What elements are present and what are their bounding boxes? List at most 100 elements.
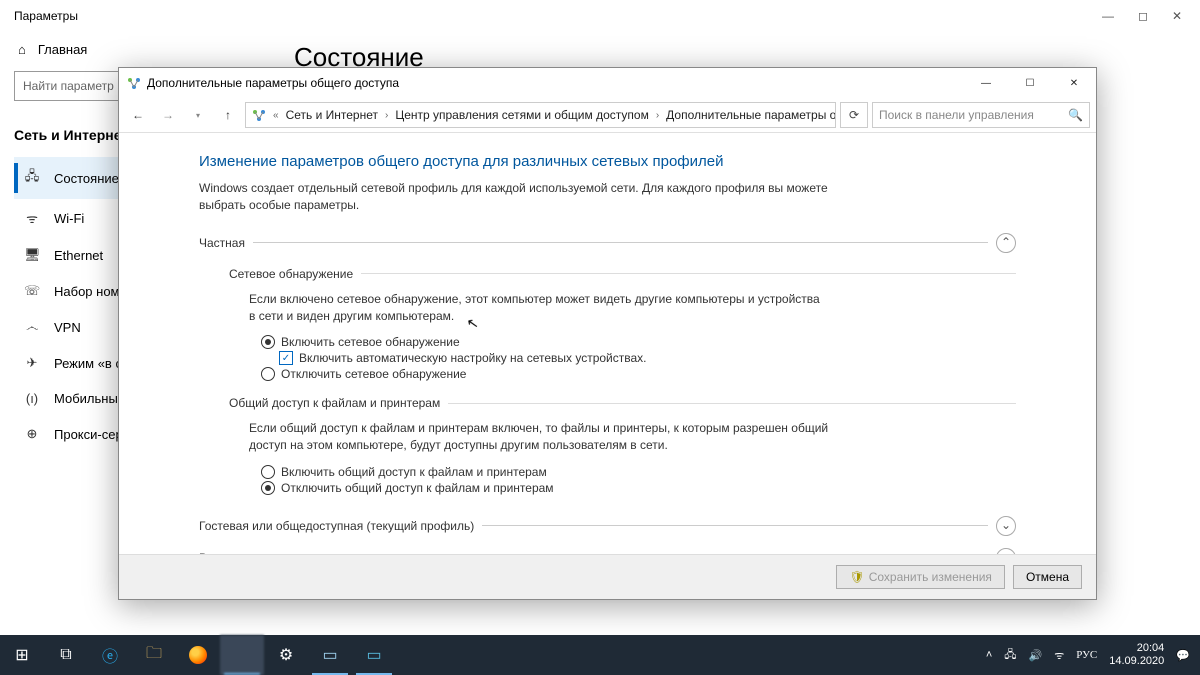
radio-label: Включить сетевое обнаружение [281,335,460,349]
discovery-description: Если включено сетевое обнаружение, этот … [199,285,829,333]
up-button[interactable]: ↑ [215,102,241,128]
app-button[interactable] [220,635,264,675]
explorer-button[interactable]: 🗀 [132,635,176,675]
radio-label: Включить общий доступ к файлам и принтер… [281,465,547,479]
section-label: Частная [199,236,253,250]
section-guest[interactable]: Гостевая или общедоступная (текущий проф… [199,516,1016,536]
tray-notifications-icon[interactable]: 💬 [1176,649,1190,662]
sub-label: Сетевое обнаружение [229,267,361,281]
refresh-button[interactable]: ⟳ [840,102,868,128]
taskview-button[interactable]: ⧉ [44,635,88,675]
close-icon[interactable]: ✕ [1172,9,1182,23]
radio-icon [261,367,275,381]
nav-label: Состояние [54,171,119,186]
search-placeholder: Поиск в панели управления [879,108,1034,122]
search-icon: 🔍 [1068,108,1083,122]
network-icon [252,108,266,122]
hotspot-icon: (ı) [24,391,40,406]
sub-label: Общий доступ к файлам и принтерам [229,396,448,410]
network-icon [127,76,141,90]
tray-volume-icon[interactable]: 🔊 [1029,649,1043,662]
dialog-footer: 🛡 Сохранить изменения Отмена [119,554,1096,599]
vpn-icon: ෴ [24,319,40,335]
tray-language[interactable]: РУС [1076,649,1097,661]
dialog-maximize-button[interactable]: ☐ [1008,68,1052,98]
nav-label: Ethernet [54,248,103,263]
radio-sharing-on[interactable]: Включить общий доступ к файлам и принтер… [261,464,1016,480]
control-panel-search[interactable]: Поиск в панели управления 🔍 [872,102,1090,128]
status-icon: 🖧 [24,167,40,189]
button-label: Сохранить изменения [869,570,992,584]
dialog-titlebar[interactable]: Дополнительные параметры общего доступа … [119,68,1096,98]
tray-network-icon[interactable]: 🖧 [1004,646,1016,665]
forward-button[interactable]: → [155,102,181,128]
clock-time: 20:04 [1109,642,1164,655]
tray-chevron-icon[interactable]: ˄ [986,649,992,661]
shield-icon: 🛡 [849,570,864,585]
ethernet-icon: 🖥 [24,247,40,263]
start-button[interactable]: ⊞ [0,635,44,675]
clock-date: 14.09.2020 [1109,655,1164,668]
dialog-title: Дополнительные параметры общего доступа [147,76,399,90]
divider [361,273,1016,274]
settings-titlebar: Параметры — ◻ ✕ [0,0,1200,32]
section-label: Гостевая или общедоступная (текущий проф… [199,519,482,533]
chevron-icon: « [270,110,282,121]
window-button[interactable]: ▭ [352,635,396,675]
sharing-dialog: Дополнительные параметры общего доступа … [118,67,1097,600]
address-bar[interactable]: « Сеть и Интернет › Центр управления сет… [245,102,836,128]
airplane-icon: ✈ [24,355,40,371]
collapse-icon[interactable]: ⌃ [996,233,1016,253]
nav-label: Wi-Fi [54,211,84,226]
radio-label: Отключить сетевое обнаружение [281,367,466,381]
dialog-close-button[interactable]: ✕ [1052,68,1096,98]
breadcrumb-seg[interactable]: Сеть и Интернет [286,108,378,122]
edge-button[interactable]: ⓔ [88,635,132,675]
search-placeholder: Найти параметр [23,79,114,93]
recent-button[interactable]: ▾ [185,102,211,128]
back-button[interactable]: ← [125,102,151,128]
home-link[interactable]: ⌂ Главная [14,32,254,67]
radio-icon [261,481,275,495]
dialup-icon: ☏ [24,283,40,299]
checkbox-icon: ✓ [279,351,293,365]
home-icon: ⌂ [18,42,26,57]
radio-icon [261,465,275,479]
save-button[interactable]: 🛡 Сохранить изменения [836,565,1004,589]
chevron-icon: › [382,110,391,121]
radio-label: Отключить общий доступ к файлам и принте… [281,481,554,495]
radio-icon [261,335,275,349]
dialog-minimize-button[interactable]: — [964,68,1008,98]
content-intro: Windows создает отдельный сетевой профил… [199,180,839,215]
radio-discovery-on[interactable]: Включить сетевое обнаружение [261,334,1016,350]
tray-wifi-icon[interactable]: ᯤ [1054,648,1064,663]
radio-sharing-off[interactable]: Отключить общий доступ к файлам и принте… [261,480,1016,496]
divider [448,403,1016,404]
firefox-button[interactable] [176,635,220,675]
maximize-icon[interactable]: ◻ [1138,9,1148,23]
section-private[interactable]: Частная ⌃ [199,233,1016,253]
wifi-icon: ᯤ [24,209,40,227]
home-label: Главная [38,42,87,57]
settings-title: Параметры [14,9,78,23]
settings-button[interactable]: ⚙ [264,635,308,675]
chevron-icon: › [653,110,662,121]
expand-icon[interactable]: ⌄ [996,516,1016,536]
proxy-icon: ⊕ [24,426,40,442]
nav-label: VPN [54,320,81,335]
button-label: Отмена [1026,570,1069,584]
cancel-button[interactable]: Отмена [1013,565,1082,589]
tray-clock[interactable]: 20:04 14.09.2020 [1109,642,1164,667]
checkbox-label: Включить автоматическую настройку на сет… [299,351,647,365]
breadcrumb-seg[interactable]: Центр управления сетями и общим доступом [395,108,649,122]
divider [482,525,988,526]
subsection-sharing: Общий доступ к файлам и принтерам [199,386,1016,414]
taskbar[interactable]: ⊞ ⧉ ⓔ 🗀 ⚙ ▭ ▭ ˄ 🖧 🔊 ᯤ РУС 20:04 14.09.20… [0,635,1200,675]
window-button[interactable]: ▭ [308,635,352,675]
minimize-icon[interactable]: — [1102,9,1114,23]
breadcrumb-seg[interactable]: Дополнительные параметры общего доступа [666,108,836,122]
radio-discovery-off[interactable]: Отключить сетевое обнаружение [261,366,1016,382]
checkbox-auto-setup[interactable]: ✓ Включить автоматическую настройку на с… [261,350,1016,366]
sharing-description: Если общий доступ к файлам и принтерам в… [199,414,829,462]
toolbar: ← → ▾ ↑ « Сеть и Интернет › Центр управл… [119,98,1096,133]
